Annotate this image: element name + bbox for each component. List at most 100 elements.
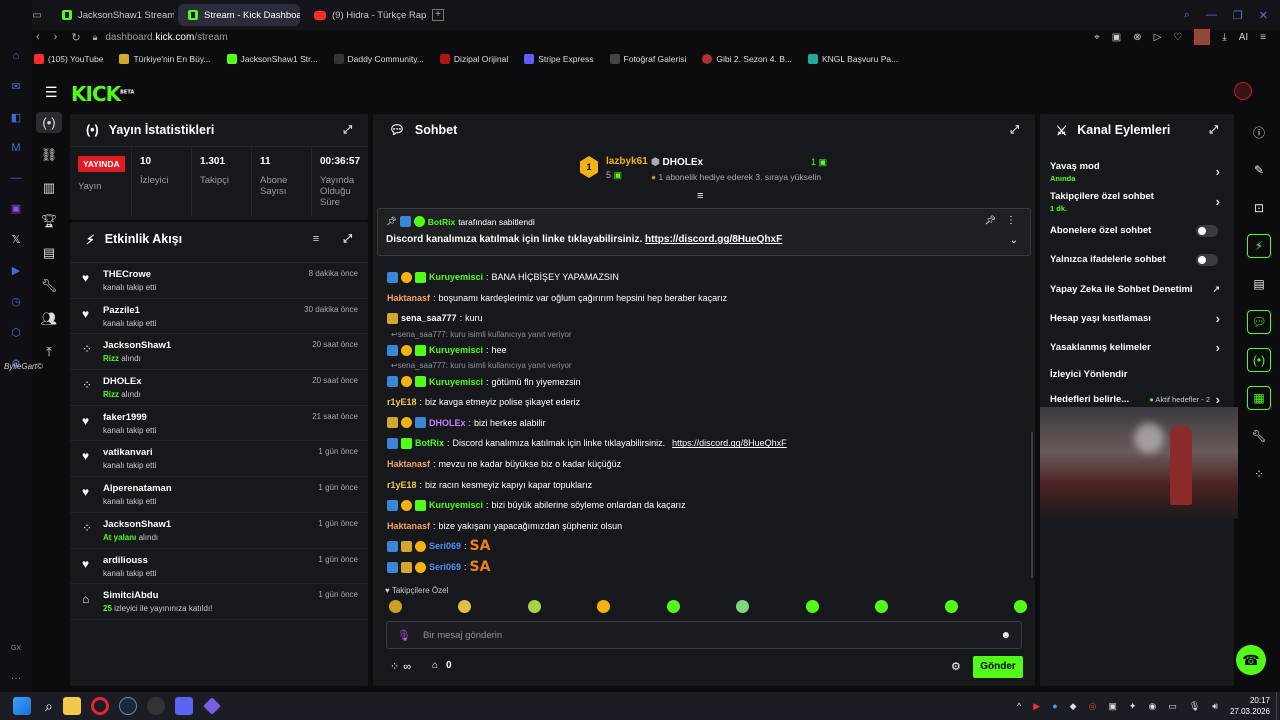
user-avatar[interactable] [1234,82,1252,100]
activity-username[interactable]: JacksonShaw1 [103,340,171,351]
sidebar-history-icon[interactable]: ◷ [11,295,21,308]
lightning-icon[interactable]: ⚡︎ [1247,234,1271,258]
chat-username[interactable]: Haktanasf [387,293,430,303]
nav-users-icon[interactable]: 👥︎ [36,309,62,330]
back-icon[interactable]: ‹ [36,31,40,43]
activity-username[interactable]: Alperenataman [103,483,172,494]
expand-icon[interactable]: ⤢ [343,124,352,137]
chat-username[interactable]: r1yE18 [387,480,417,490]
activity-username[interactable]: faker1999 [103,412,156,423]
tray-app-icon[interactable]: ✦ [1129,701,1137,712]
emote-icon[interactable] [875,600,889,613]
forward-icon[interactable]: › [54,31,58,43]
nav-analytics-icon[interactable]: ▥ [36,178,62,199]
edit-icon[interactable]: ✎ [1247,158,1271,182]
capture-icon[interactable]: ⊡ [1247,196,1271,220]
minimize-icon[interactable]: — [1206,9,1217,22]
emote-icon[interactable] [1013,600,1027,613]
expand-icon[interactable]: ⤢ [343,233,352,246]
chat-username[interactable]: Seri069 [429,541,461,551]
stream-preview[interactable] [1040,407,1238,519]
sidebar-twitch-icon[interactable]: ▣ [11,202,21,215]
nav-link-icon[interactable]: ⛓ [36,145,62,166]
bookmark-stripe[interactable]: Stripe Express [524,54,594,64]
save-page-icon[interactable]: ▣ [1112,32,1121,43]
chat-input[interactable]: 🎙︎ Bir mesaj gönderin ☻ [386,621,1022,649]
emote-icon[interactable] [666,600,680,613]
emote-icon[interactable] [597,600,611,613]
activity-username[interactable]: SimitciAbdu [103,590,212,601]
profile-avatar[interactable] [1194,29,1211,45]
pin-icon[interactable]: ⌖ [1094,32,1100,43]
more-options-icon[interactable]: ⋮ [1006,215,1016,226]
file-explorer-icon[interactable] [62,697,81,715]
nav-stream-icon[interactable]: (•) [36,112,62,133]
emote-icon[interactable] [458,600,472,613]
clock[interactable]: 20:17 27.03.2026 [1230,695,1270,717]
tray-network-icon[interactable]: ▭ [1168,701,1177,712]
activity-username[interactable]: ardiliouss [103,555,156,566]
store-button[interactable]: ⌂ 0 [432,660,452,671]
notes-icon[interactable]: ▤ [1247,272,1271,296]
followers-only-chat[interactable]: Takipçilere özel sohbet 1 dk. › [1040,188,1234,213]
raid-viewers[interactable]: İzleyici Yönlendir [1040,362,1234,386]
sidebar-m-icon[interactable]: M [11,142,20,154]
filter-icon[interactable]: ≡ [313,233,319,245]
tray-volume-icon[interactable]: 🔊︎ [1212,701,1218,712]
windows-start-icon[interactable] [13,697,31,715]
chevron-down-icon[interactable]: ⌄ [1010,235,1018,246]
chat-username[interactable]: Kuruyemisci [429,345,483,355]
emote-icon[interactable] [389,600,402,613]
emote-icon[interactable] [944,600,958,613]
unpin-icon[interactable]: 📌︎ [985,215,996,226]
emote-icon[interactable] [527,600,541,613]
app-icon[interactable] [202,697,221,715]
bookmark-youtube[interactable]: (105) YouTube [34,54,103,64]
tray-app-icon[interactable]: ● [1052,701,1057,711]
chat-link[interactable]: https://discord.gg/8HueQhxF [672,438,787,448]
chat-username[interactable]: DHOLEx [429,418,466,428]
tray-mic-icon[interactable]: 🎙︎ [1189,701,1200,712]
activity-username[interactable]: THECrowe [103,269,156,280]
channel-points[interactable]: ⁘ ∞ [390,660,411,674]
show-desktop[interactable] [1276,692,1280,720]
tray-chevron-icon[interactable]: ^ [1017,701,1021,711]
chat-scrollbar[interactable] [1031,432,1033,578]
chat-username[interactable]: Seri069 [429,562,461,572]
emote-icon[interactable] [736,600,750,613]
account-age-restriction[interactable]: Hesap yaşı kısıtlaması › [1040,304,1234,333]
sidebar-extensions-icon[interactable]: ⬡ [11,326,21,339]
download-icon[interactable]: ⤓ [1222,32,1226,43]
tray-app-icon[interactable]: ◎ [1089,701,1097,712]
chat-username[interactable]: Kuruyemisci [429,272,483,282]
points-icon[interactable]: ⁘ [1247,462,1271,486]
sidebar-x-icon[interactable]: 𝕏 [12,233,21,246]
banned-words[interactable]: Yasaklanmış kelimeler › [1040,333,1234,362]
nav-upload-icon[interactable]: ⤒ [36,341,62,362]
heart-icon[interactable]: ♡ [1173,32,1182,43]
sidebar-more-icon[interactable]: … [11,670,22,682]
microphone-icon[interactable]: 🎙︎ [397,629,411,642]
tab-kick-dashboard[interactable]: Stream - Kick Dashboard× [178,4,300,26]
sidebar-dash-icon[interactable]: — [11,172,22,184]
bookmark-daddy[interactable]: Daddy Community... [333,54,424,64]
close-window-icon[interactable]: ✕ [1259,9,1268,22]
sidebar-home-icon[interactable]: ⌂ [13,50,20,62]
ai-moderation[interactable]: Yapay Zeka ile Sohbet Denetimi ↗ [1040,275,1234,304]
wrench-icon[interactable]: 🔧︎ [1247,424,1271,448]
maximize-icon[interactable]: ❐ [1233,9,1243,22]
bookmark-turkiye[interactable]: Türkiye'nin En Büy... [119,54,211,64]
layout-icon[interactable]: ▦ [1247,386,1271,410]
subscribers-only-toggle[interactable] [1196,224,1218,237]
emote-icon[interactable] [805,600,819,613]
aria-icon[interactable]: AI [1239,32,1248,43]
tab-jacksonshaw-stream[interactable]: JacksonShaw1 Stream - W [52,4,174,26]
broadcast-icon[interactable]: (•) [1247,348,1271,372]
discord-link[interactable]: https://discord.gg/8HueQhxF [645,234,782,245]
sidebar-player-icon[interactable]: ▶ [12,264,20,277]
bookmark-gibi[interactable]: Gibi 2. Sezon 4. B... [702,54,792,64]
search-icon[interactable]: ⌕ [1184,9,1190,22]
new-tab-button[interactable]: + [432,9,444,21]
chat-settings-icon[interactable]: ⚙ [951,660,961,673]
sidebar-app-icon[interactable]: ◧ [11,111,21,124]
